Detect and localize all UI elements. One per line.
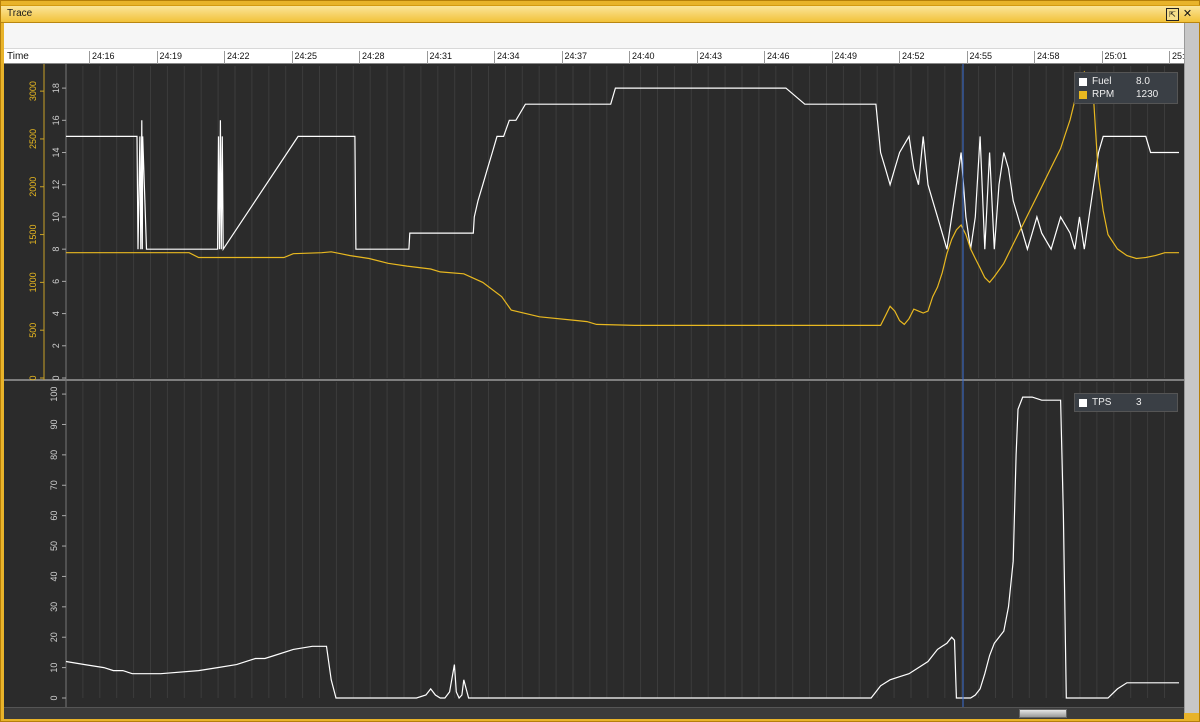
tick-label: 10 — [51, 212, 61, 222]
tick-label: 100 — [49, 387, 59, 402]
time-tick: 24:31 — [426, 51, 452, 64]
time-tick: 24:22 — [224, 51, 250, 64]
legend-item[interactable]: Fuel 8.0 — [1079, 75, 1173, 88]
time-tick: 24:37 — [561, 51, 587, 64]
tick-label: 3000 — [28, 81, 38, 101]
title-bar[interactable]: Trace ⇱ ✕ — [1, 5, 1200, 23]
scroll-thumb[interactable] — [1019, 709, 1067, 718]
legend-swatch — [1079, 398, 1087, 407]
legend-item[interactable]: TPS 3 — [1079, 396, 1173, 409]
vertical-scrollbar[interactable] — [1184, 23, 1199, 713]
tick-label: 0 — [49, 695, 59, 700]
tick-label: 1000 — [28, 272, 38, 292]
legend-name: Fuel — [1092, 76, 1112, 87]
tick-label: 18 — [51, 83, 61, 93]
plot-area[interactable]: 0 2 4 6 8 10 12 14 16 18 0 500 1000 1500 2000 2500 3000 0… — [4, 64, 1184, 707]
legend-name: TPS — [1092, 397, 1112, 408]
tick-label: 2 — [51, 343, 61, 348]
legend-bottom: TPS 3 — [1074, 393, 1178, 412]
trace-window: Trace ⇱ ✕ Time 24:16 24:19 24:22 24:25 24:28… — [0, 0, 1200, 722]
time-tick: 24:49 — [831, 51, 857, 64]
legend-value: 3 — [1136, 397, 1142, 408]
tick-label: 20 — [49, 632, 59, 642]
legend-name: RPM — [1092, 89, 1115, 100]
tick-label: 500 — [28, 323, 38, 338]
time-tick: 24:19 — [156, 51, 182, 64]
tick-label: 1500 — [28, 225, 38, 245]
tick-label: 2500 — [28, 129, 38, 149]
tick-label: 4 — [51, 311, 61, 316]
time-tick: 24:46 — [764, 51, 790, 64]
horizontal-scrollbar[interactable] — [4, 707, 1184, 719]
tick-label: 6 — [51, 279, 61, 284]
time-tick: 25: — [1169, 51, 1185, 64]
time-tick: 24:43 — [696, 51, 722, 64]
time-tick: 25:01 — [1101, 51, 1127, 64]
tick-label: 0 — [28, 375, 38, 380]
close-icon[interactable]: ✕ — [1181, 8, 1194, 21]
tick-label: 2000 — [28, 177, 38, 197]
tick-label: 10 — [49, 663, 59, 673]
tick-label: 50 — [49, 541, 59, 551]
trace-chart[interactable]: 0 2 4 6 8 10 12 14 16 18 0 500 1000 1500 2000 2500 3000 0… — [4, 64, 1184, 707]
window-title: Trace — [7, 8, 33, 19]
time-tick: 24:40 — [629, 51, 655, 64]
toolbar-strip — [4, 23, 1184, 49]
legend-value: 1230 — [1136, 89, 1159, 100]
time-tick: 24:16 — [89, 51, 115, 64]
legend-swatch — [1079, 77, 1087, 86]
legend-value: 8.0 — [1136, 76, 1150, 87]
tick-label: 80 — [49, 450, 59, 460]
time-tick: 24:55 — [966, 51, 992, 64]
tick-label: 8 — [51, 247, 61, 252]
time-tick: 24:52 — [899, 51, 925, 64]
time-tick: 24:25 — [291, 51, 317, 64]
time-tick: 24:28 — [359, 51, 385, 64]
tick-label: 12 — [51, 180, 61, 190]
legend-swatch — [1079, 90, 1087, 99]
tick-label: 16 — [51, 115, 61, 125]
time-tick: 24:58 — [1034, 51, 1060, 64]
legend-item[interactable]: RPM 1230 — [1079, 88, 1173, 101]
legend-top: Fuel 8.0 RPM 1230 — [1074, 72, 1178, 104]
tick-label: 0 — [51, 375, 61, 380]
detach-icon[interactable]: ⇱ — [1166, 8, 1179, 21]
tick-label: 90 — [49, 419, 59, 429]
tick-label: 70 — [49, 480, 59, 490]
time-axis-label: Time — [7, 51, 29, 62]
tick-label: 14 — [51, 148, 61, 158]
time-tick: 24:34 — [494, 51, 520, 64]
tick-label: 40 — [49, 571, 59, 581]
tick-label: 30 — [49, 602, 59, 612]
tick-label: 60 — [49, 511, 59, 521]
time-axis[interactable]: Time 24:16 24:19 24:22 24:25 24:28 24:31 24:34… — [4, 49, 1185, 64]
